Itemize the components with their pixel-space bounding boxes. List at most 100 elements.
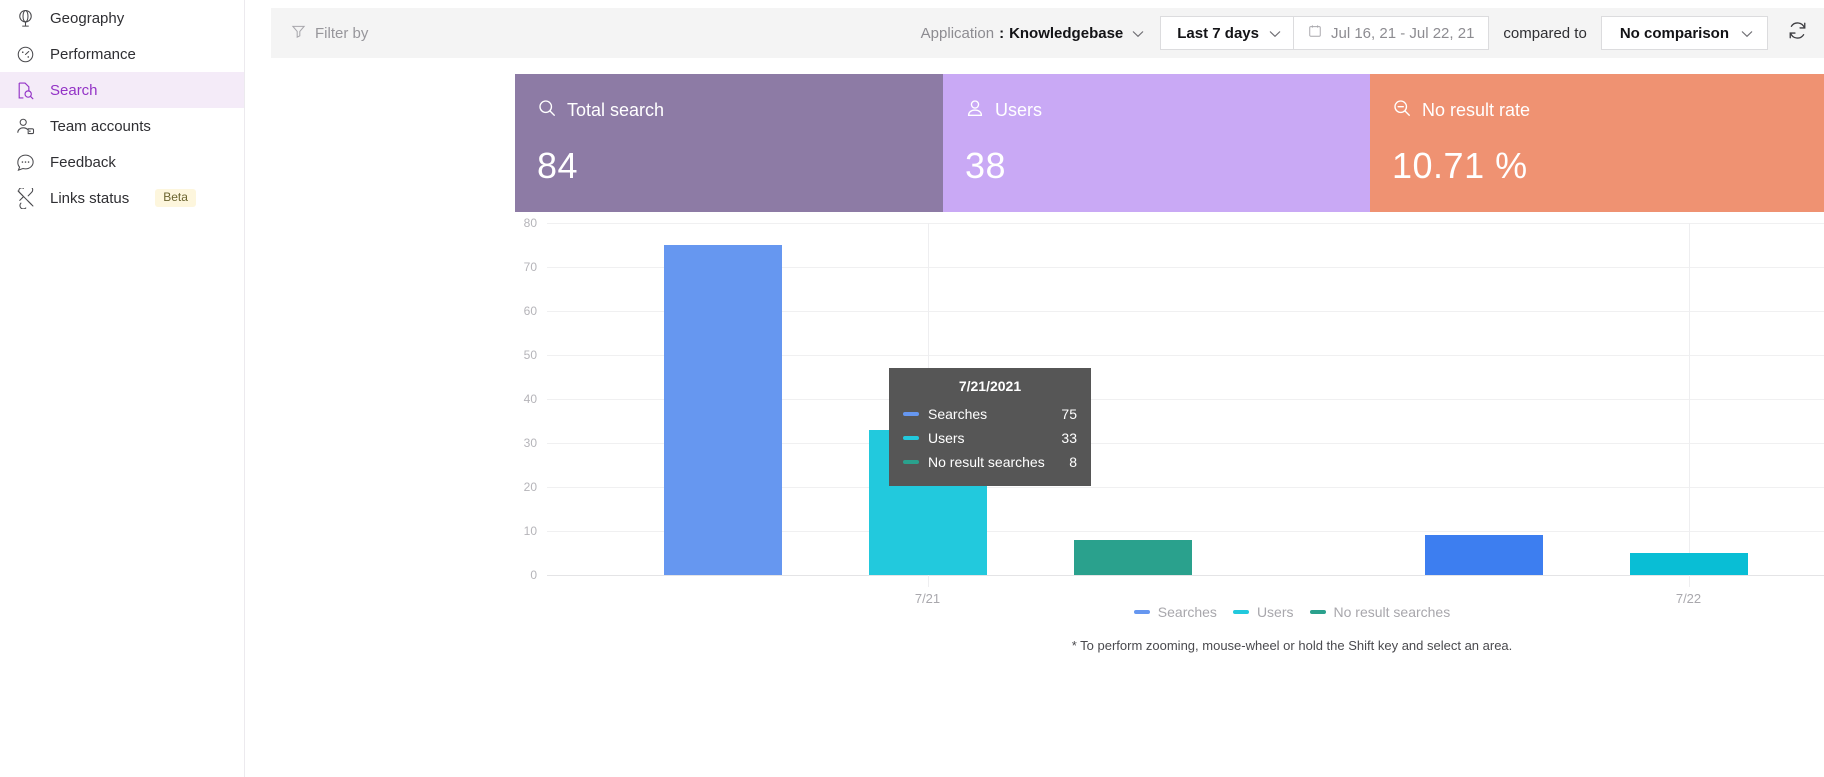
y-axis-tick-label: 70 (523, 260, 537, 274)
comparison-value: No comparison (1619, 24, 1729, 42)
sidebar: Geography Performance Search Team accounts F… (0, 0, 245, 777)
search-icon (537, 98, 557, 123)
y-axis-tick-label: 30 (523, 436, 537, 450)
kpi-card-users: Users 38 (943, 74, 1370, 212)
y-axis-tick-label: 60 (523, 304, 537, 318)
date-range-value: Jul 16, 21 - Jul 22, 21 (1330, 24, 1475, 42)
user-tag-icon (14, 115, 36, 137)
sidebar-item-label: Team accounts (50, 117, 151, 135)
comparison-select[interactable]: No comparison (1600, 16, 1768, 50)
user-icon (965, 98, 985, 123)
kpi-card-header: Users (965, 98, 1370, 123)
sidebar-item-label: Geography (50, 9, 125, 27)
chart-tooltip: 7/21/2021 Searches 75 Users 33 No result sear… (889, 368, 1091, 486)
search-bar-chart: 0 10 20 30 40 50 60 70 80 7/21 7/22 7/21/2021 Search… (515, 212, 1824, 772)
tooltip-series-swatch (903, 412, 919, 416)
gridline (547, 575, 1824, 576)
application-label: Application (920, 24, 995, 42)
legend-label: Users (1256, 604, 1294, 620)
y-axis-tick-label: 40 (523, 392, 537, 406)
kpi-card-value: 38 (965, 145, 1007, 186)
chat-bubble-icon (14, 151, 36, 173)
chevron-down-icon (1269, 25, 1281, 42)
date-range-preset-label: Last 7 days (1177, 24, 1259, 42)
y-axis-tick-label: 0 (530, 568, 537, 582)
tooltip-series-value: 33 (1061, 430, 1077, 446)
refresh-icon (1787, 20, 1808, 46)
kpi-card-title: Total search (567, 100, 665, 120)
chevron-down-icon (1741, 25, 1753, 42)
sidebar-item-label: Feedback (50, 153, 116, 171)
sidebar-item-performance[interactable]: Performance (0, 36, 244, 72)
globe-icon (14, 7, 36, 29)
kpi-card-no-result-rate: No result rate 10.71 % (1370, 74, 1824, 212)
tooltip-series-swatch (903, 460, 919, 464)
kpi-card-title: Users (995, 100, 1043, 120)
kpi-card-title: No result rate (1422, 100, 1531, 120)
chevron-down-icon (1132, 25, 1144, 42)
filter-bar: Filter by Application : Knowledgebase La… (271, 8, 1824, 58)
chart-footnote: * To perform zooming, mouse-wheel or hol… (1071, 638, 1513, 653)
chart-legend: Searches Users No result searches (515, 604, 1824, 620)
y-axis-tick-label: 10 (523, 524, 537, 538)
date-range-preset-button[interactable]: Last 7 days (1160, 16, 1293, 50)
filter-by-label: Filter by (315, 24, 369, 42)
compared-to-label: compared to (1503, 24, 1587, 42)
legend-label: No result searches (1333, 604, 1451, 620)
date-range-display[interactable]: Jul 16, 21 - Jul 22, 21 (1292, 16, 1490, 50)
bar-no-result-searches-7-21[interactable] (1073, 539, 1192, 575)
tooltip-row: Users 33 (903, 426, 1077, 450)
legend-swatch (1133, 610, 1150, 614)
tooltip-row: Searches 75 (903, 402, 1077, 426)
tooltip-series-name: Users (928, 430, 965, 446)
application-value: Knowledgebase (1009, 24, 1124, 42)
bar-searches-7-22[interactable] (1424, 535, 1543, 575)
bar-users-7-22[interactable] (1629, 553, 1748, 575)
legend-swatch (1309, 610, 1326, 614)
beta-badge: Beta (155, 188, 196, 208)
kpi-card-header: No result rate (1392, 98, 1824, 123)
gauge-icon (14, 43, 36, 65)
sidebar-item-label: Performance (50, 45, 136, 63)
kpi-card-total-search: Total search 84 (515, 74, 943, 212)
legend-item-no-result-searches[interactable]: No result searches (1309, 604, 1451, 620)
application-separator: : (999, 24, 1005, 42)
tooltip-series-value: 8 (1069, 454, 1077, 470)
sidebar-item-label: Search (50, 81, 98, 99)
y-axis-tick-label: 50 (523, 348, 537, 362)
filter-controls: Application : Knowledgebase Last 7 days (921, 16, 1824, 50)
application-filter[interactable]: Application : Knowledgebase (921, 25, 1145, 42)
sidebar-item-label: Links status (50, 189, 130, 207)
y-axis-tick-label: 20 (523, 480, 537, 494)
filter-by[interactable]: Filter by (291, 24, 368, 43)
funnel-icon (291, 24, 306, 43)
tooltip-series-value: 75 (1061, 406, 1077, 422)
main-content: Filter by Application : Knowledgebase La… (245, 0, 1824, 777)
legend-item-users[interactable]: Users (1232, 604, 1294, 620)
kpi-card-value: 10.71 % (1392, 145, 1528, 186)
document-search-icon (14, 79, 36, 101)
app-root: Geography Performance Search Team accounts F… (0, 0, 1824, 777)
calendar-icon (1308, 24, 1322, 42)
y-axis-tick-label: 80 (523, 216, 537, 230)
sidebar-item-feedback[interactable]: Feedback (0, 144, 244, 180)
bar-searches-7-21[interactable] (663, 245, 782, 575)
legend-label: Searches (1157, 604, 1217, 620)
sidebar-item-search[interactable]: Search (0, 72, 244, 108)
x-axis-gridline (1688, 223, 1690, 587)
sidebar-item-geography[interactable]: Geography (0, 0, 244, 36)
tooltip-series-name: Searches (928, 406, 988, 422)
legend-swatch (1232, 610, 1249, 614)
sidebar-item-team-accounts[interactable]: Team accounts (0, 108, 244, 144)
kpi-card-value: 84 (537, 145, 579, 186)
tooltip-series-name: No result searches (928, 454, 1045, 470)
refresh-button[interactable] (1780, 16, 1814, 50)
legend-item-searches[interactable]: Searches (1133, 604, 1217, 620)
tooltip-series-swatch (903, 436, 919, 440)
kpi-cards: Total search 84 Users 38 No result rate 10.71… (515, 74, 1824, 212)
tooltip-title: 7/21/2021 (958, 378, 1022, 394)
gridline (547, 223, 1824, 224)
broken-link-icon (14, 187, 36, 209)
sidebar-item-links-status[interactable]: Links status Beta (0, 180, 244, 216)
plot-area[interactable]: 0 10 20 30 40 50 60 70 80 7/21 7/22 7/21/2021 Search… (524, 216, 1824, 606)
